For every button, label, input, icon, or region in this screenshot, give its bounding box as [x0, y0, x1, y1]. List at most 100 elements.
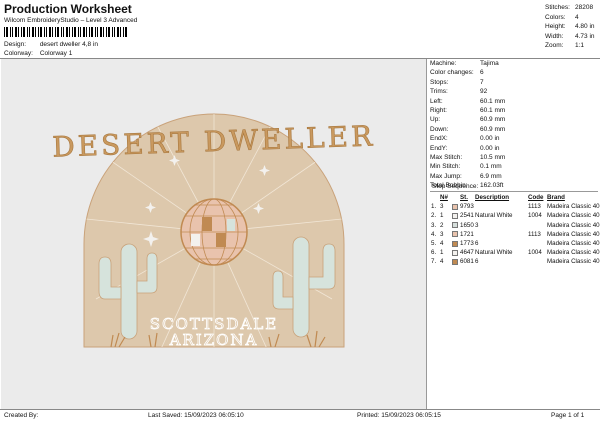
- info-row: Color changes: 6: [430, 68, 598, 77]
- stat-label: Colors:: [545, 13, 566, 21]
- barcode-bar: [83, 27, 85, 37]
- info-label: Trims:: [430, 88, 448, 96]
- barcode-bar: [57, 27, 59, 37]
- cell-swatch: [452, 202, 460, 211]
- design-label: Design:: [4, 41, 27, 48]
- barcode-bar: [46, 27, 47, 37]
- stop-sequence-divider: [430, 191, 598, 192]
- page-title: Production Worksheet: [4, 2, 132, 16]
- cell-st: 9793: [460, 203, 474, 211]
- cell-code: [528, 239, 547, 248]
- cell-index: 1.: [431, 203, 437, 211]
- design-preview: DESERT DWELLER SCOTTSDALE ARIZONA: [1, 59, 427, 409]
- barcode-bar: [117, 27, 119, 37]
- cell-brand: Madeira Classic 40: [547, 203, 600, 211]
- barcode-bar: [86, 27, 87, 37]
- cell-code: 1004: [528, 249, 542, 257]
- cell-brand: Madeira Classic 40: [547, 249, 600, 257]
- info-value: 6: [480, 69, 484, 77]
- cell-st: 6081: [460, 258, 474, 266]
- thread-color-swatch: [452, 258, 458, 265]
- cell-swatch: [452, 239, 460, 248]
- barcode-bar: [97, 27, 98, 37]
- last-saved: Last Saved: 15/09/2023 06:05:10: [148, 412, 244, 419]
- design-row: Design: desert dweller 4,8 in: [4, 41, 98, 48]
- info-value: 60.9 mm: [480, 125, 506, 133]
- cell-index: 3.: [431, 221, 437, 229]
- barcode-bar: [29, 27, 30, 37]
- barcode-bar: [69, 27, 70, 37]
- info-value: 0.1 mm: [480, 163, 502, 171]
- col-n: N#: [440, 194, 448, 201]
- info-label: Min Stitch:: [430, 163, 461, 171]
- stat-value: 4: [575, 13, 579, 21]
- cell-code: 1113: [528, 230, 541, 238]
- printed-value: 15/09/2023 06:05:15: [381, 412, 441, 419]
- barcode-bar: [35, 27, 36, 37]
- thread-color-swatch: [452, 212, 458, 219]
- info-value: 10.5 mm: [480, 153, 506, 161]
- cell-brand: Madeira Classic 40: [547, 212, 600, 220]
- barcode-bar: [120, 27, 121, 37]
- cell-description: Natural White: [475, 249, 513, 257]
- table-row: 2. 1 2541 Natural White 1004 Madeira Classic …: [431, 211, 600, 220]
- table-row: 4. 3 1721 1113 Madeira Classic 40: [431, 230, 600, 239]
- machine-info: Machine: Tajima Color changes: 6 Stops: 7 T…: [430, 59, 598, 190]
- barcode-bar: [15, 27, 17, 37]
- barcode-bar: [74, 27, 76, 37]
- barcode-bar: [114, 27, 115, 37]
- cell-n: 3: [440, 203, 444, 211]
- cell-index: 7.: [431, 258, 437, 266]
- cell-swatch: [452, 230, 460, 239]
- cell-swatch: [452, 211, 460, 220]
- barcode-bar: [27, 27, 28, 37]
- saved-label: Last Saved:: [148, 412, 183, 419]
- cell-swatch: [452, 257, 460, 266]
- stop-sequence-label: Stop Sequence:: [432, 183, 479, 190]
- barcode-bar: [112, 27, 113, 37]
- stat-value: 4.73 in: [575, 32, 595, 40]
- cell-st: 4647: [460, 249, 474, 257]
- info-row: EndX: 0.00 in: [430, 134, 598, 143]
- cell-index: 6.: [431, 249, 437, 257]
- colorway-row: Colorway: Colorway 1: [4, 50, 72, 57]
- cell-brand: Madeira Classic 40: [547, 221, 600, 229]
- printed-label: Printed:: [357, 412, 380, 419]
- cell-description: 3: [475, 221, 479, 229]
- stat-label: Height:: [545, 23, 566, 30]
- info-value: 0.00 in: [480, 135, 500, 143]
- cell-description: [475, 230, 528, 239]
- cell-st: 1721: [460, 230, 474, 238]
- cell-n: 1: [440, 249, 444, 257]
- info-label: EndY:: [430, 144, 448, 152]
- barcode-bar: [21, 27, 22, 37]
- info-row: Machine: Tajima: [430, 59, 598, 68]
- cell-description: Natural White: [475, 212, 513, 220]
- barcode-bar: [55, 27, 56, 37]
- info-row: EndY: 0.00 in: [430, 144, 598, 153]
- barcode-bar: [89, 27, 90, 37]
- cell-n: 3: [440, 230, 444, 238]
- thread-color-swatch: [452, 203, 458, 210]
- col-index: [431, 193, 440, 202]
- cell-code: 1113: [528, 203, 541, 211]
- barcode-bar: [80, 27, 81, 37]
- info-row: Down: 60.9 mm: [430, 125, 598, 134]
- barcode-bar: [123, 27, 124, 37]
- col-brand: Brand: [547, 194, 565, 201]
- col-code: Code: [528, 194, 544, 201]
- cell-index: 4.: [431, 230, 437, 238]
- cell-index: 2.: [431, 212, 437, 220]
- stat-stitches: Stitches: 28208: [545, 3, 599, 13]
- table-row: 5. 4 1773 6 Madeira Classic 40: [431, 239, 600, 248]
- info-label: Stops:: [430, 78, 449, 86]
- embroidery-design-image: DESERT DWELLER SCOTTSDALE ARIZONA: [51, 113, 376, 349]
- info-value: Tajima: [480, 60, 499, 67]
- stat-label: Zoom:: [545, 42, 564, 49]
- created-by: Created By:: [4, 412, 38, 419]
- barcode-bar: [125, 27, 127, 37]
- info-label: Right:: [430, 106, 447, 114]
- info-row: Left: 60.1 mm: [430, 97, 598, 106]
- info-label: Max Stitch:: [430, 153, 463, 161]
- info-value: 60.1 mm: [480, 97, 506, 105]
